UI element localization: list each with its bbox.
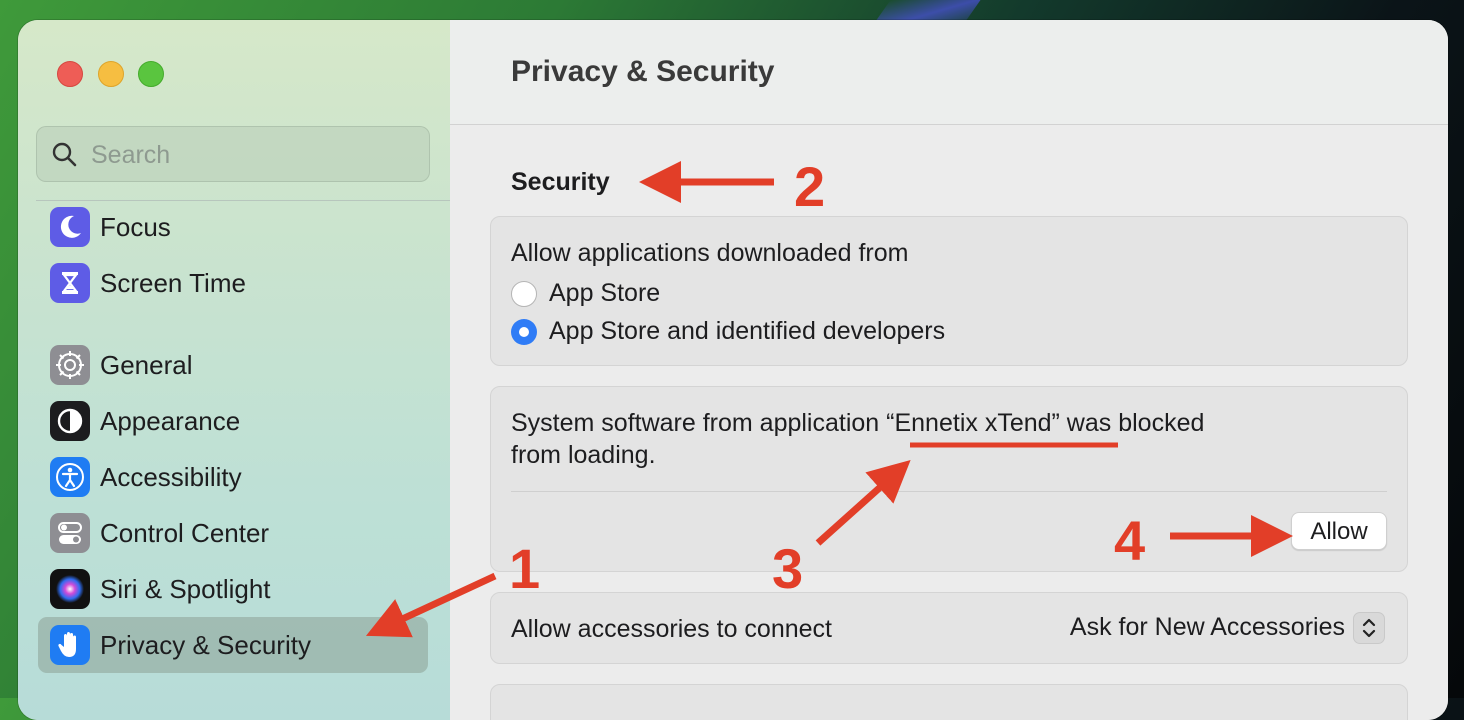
section-title: Security: [511, 168, 610, 196]
sidebar-item-label: Accessibility: [100, 462, 242, 492]
sidebar-item-label: General: [100, 350, 193, 380]
radio-label: App Store and identified developers: [549, 317, 946, 345]
hourglass-icon: [50, 263, 90, 303]
accessibility-icon: [50, 457, 90, 497]
downloads-label: Allow applications downloaded from: [511, 239, 909, 267]
sidebar-item-label: Siri & Spotlight: [100, 574, 271, 604]
sidebar-item-general[interactable]: General: [38, 337, 428, 393]
blocked-message-line2: from loading.: [511, 441, 656, 469]
allow-button[interactable]: Allow: [1291, 512, 1387, 550]
close-window-button[interactable]: [57, 61, 83, 87]
popup-stepper-icon[interactable]: [1353, 612, 1385, 644]
zoom-window-button[interactable]: [138, 61, 164, 87]
sidebar-item-appearance[interactable]: Appearance: [38, 393, 428, 449]
search-icon: [52, 142, 77, 167]
annotation-number-2: 2: [794, 155, 826, 218]
appearance-icon: [50, 401, 90, 441]
sidebar-item-label: Appearance: [100, 406, 241, 436]
blocked-app-name: “Ennetix xTend”: [886, 409, 1060, 437]
next-card: [490, 684, 1408, 720]
siri-icon: [50, 569, 90, 609]
sidebar-item-siri-spotlight[interactable]: Siri & Spotlight: [38, 561, 428, 617]
blocked-software-card: System software from application “Enneti…: [490, 386, 1408, 572]
sidebar-item-control-center[interactable]: Control Center: [38, 505, 428, 561]
radio-app-store[interactable]: App Store: [511, 277, 911, 311]
annotation-number-3: 3: [772, 537, 804, 600]
search-input[interactable]: Search: [36, 126, 430, 182]
sidebar-item-label: Focus: [100, 212, 171, 242]
main-pane: Privacy & Security Security Allow applic…: [450, 20, 1448, 720]
radio-identified-developers[interactable]: App Store and identified developers: [511, 315, 1031, 349]
sidebar-item-privacy-security[interactable]: Privacy & Security: [38, 617, 428, 673]
search-placeholder: Search: [91, 141, 171, 169]
sidebar-item-screen-time[interactable]: Screen Time: [38, 255, 428, 311]
annotation-number-4: 4: [1114, 509, 1146, 572]
accessories-label: Allow accessories to connect: [511, 615, 832, 643]
card-divider: [511, 491, 1387, 492]
hand-icon: [50, 625, 90, 665]
sidebar-item-label: Control Center: [100, 518, 270, 548]
gear-icon: [50, 345, 90, 385]
annotation-number-1: 1: [509, 537, 541, 600]
minimize-window-button[interactable]: [98, 61, 124, 87]
radio-label: App Store: [549, 279, 661, 307]
sidebar-item-accessibility[interactable]: Accessibility: [38, 449, 428, 505]
page-title: Privacy & Security: [511, 55, 775, 88]
titlebar: Privacy & Security: [450, 20, 1448, 125]
downloads-card: Allow applications downloaded from App S…: [490, 216, 1408, 366]
accessories-card: Allow accessories to connect Ask for New…: [490, 592, 1408, 664]
sidebar-item-label: Screen Time: [100, 268, 246, 298]
moon-icon: [50, 207, 90, 247]
accessories-popup[interactable]: Ask for New Accessories: [1070, 613, 1345, 642]
radio-button[interactable]: [511, 281, 537, 307]
sidebar-item-focus[interactable]: Focus: [38, 199, 428, 255]
sidebar: Search Focus Screen Time General Appeara…: [18, 20, 451, 720]
blocked-message-line1: System software from application “Enneti…: [511, 409, 1204, 438]
blocked-message-suffix: was blocked: [1059, 409, 1205, 437]
toggles-icon: [50, 513, 90, 553]
sidebar-item-label: Privacy & Security: [100, 630, 311, 660]
settings-window: Search Focus Screen Time General Appeara…: [18, 20, 1448, 720]
blocked-message-prefix: System software from application: [511, 409, 887, 437]
radio-button[interactable]: [511, 319, 537, 345]
